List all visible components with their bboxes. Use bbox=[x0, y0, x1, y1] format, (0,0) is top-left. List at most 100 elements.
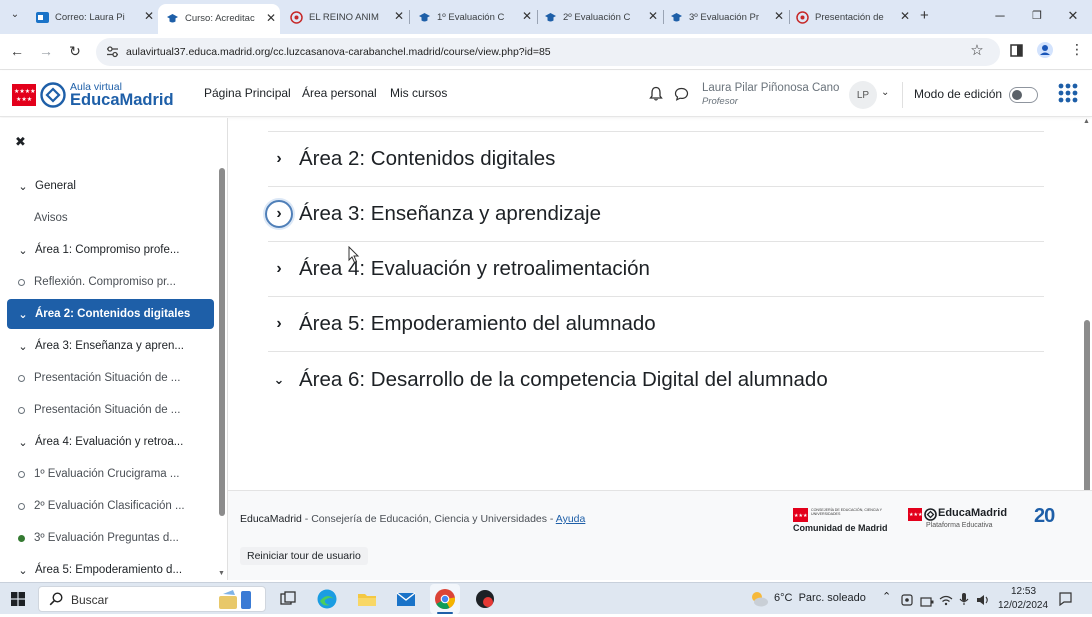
footer-help-link[interactable]: Ayuda bbox=[556, 513, 586, 525]
app-icon[interactable] bbox=[474, 588, 496, 610]
restore-icon[interactable]: ❐ bbox=[1027, 9, 1047, 22]
browser-tab[interactable]: 3º Evaluación Pr ✕ bbox=[670, 6, 788, 28]
section-title[interactable]: Área 2: Contenidos digitales bbox=[299, 147, 555, 171]
chevron-down-icon[interactable]: ⌄ bbox=[265, 366, 293, 394]
course-section[interactable]: › Área 5: Empoderamiento del alumnado bbox=[268, 297, 1044, 352]
meet-now-icon[interactable] bbox=[901, 593, 913, 611]
close-tab-icon[interactable]: ✕ bbox=[144, 9, 154, 23]
chevron-down-icon[interactable]: ⌄ bbox=[15, 308, 31, 321]
course-index-item[interactable]: Avisos bbox=[7, 203, 214, 233]
wifi-icon[interactable] bbox=[939, 593, 953, 611]
edge-app-icon[interactable] bbox=[316, 588, 338, 610]
section-title[interactable]: Área 6: Desarrollo de la competencia Dig… bbox=[299, 368, 828, 392]
close-tab-icon[interactable]: ✕ bbox=[522, 9, 532, 23]
browser-menu-icon[interactable]: ⋮ bbox=[1070, 41, 1084, 58]
side-panel-icon[interactable] bbox=[1010, 44, 1023, 62]
sidebar-scrollbar[interactable] bbox=[219, 168, 225, 516]
course-index-item[interactable]: Presentación Situación de ... bbox=[7, 395, 214, 425]
chevron-right-icon[interactable]: › bbox=[265, 255, 293, 283]
taskbar-search[interactable]: Buscar bbox=[38, 586, 266, 612]
weather-text[interactable]: 6°C Parc. soleado bbox=[774, 592, 866, 604]
course-index-item[interactable]: 2º Evaluación Clasificación ... bbox=[7, 491, 214, 521]
course-index-section[interactable]: ⌄ Área 3: Enseñanza y apren... bbox=[7, 331, 214, 361]
forward-icon[interactable]: → bbox=[37, 43, 55, 59]
close-drawer-icon[interactable]: ✖ bbox=[15, 134, 26, 150]
chevron-down-icon[interactable]: ⌄ bbox=[15, 340, 31, 353]
browser-tab[interactable]: Presentación de ✕ bbox=[796, 6, 914, 28]
close-tab-icon[interactable]: ✕ bbox=[900, 9, 910, 23]
chrome-app-icon[interactable] bbox=[434, 588, 456, 610]
microphone-icon[interactable] bbox=[959, 592, 969, 611]
minimize-icon[interactable]: ─ bbox=[990, 8, 1010, 23]
battery-icon[interactable] bbox=[920, 594, 934, 612]
notifications-icon[interactable] bbox=[1058, 591, 1073, 611]
course-index-section[interactable]: ⌄ Área 1: Compromiso profe... bbox=[7, 235, 214, 265]
mail-app-icon[interactable] bbox=[395, 588, 417, 610]
browser-tab[interactable]: 1º Evaluación C ✕ bbox=[418, 6, 536, 28]
profile-icon[interactable] bbox=[1037, 42, 1053, 63]
course-index-section-general[interactable]: ⌄ General bbox=[7, 171, 214, 201]
clock-time[interactable]: 12:53 bbox=[1011, 586, 1036, 597]
nav-home[interactable]: Página Principal bbox=[204, 86, 291, 100]
close-tab-icon[interactable]: ✕ bbox=[648, 9, 658, 23]
course-index-item[interactable]: Reflexión. Compromiso pr... bbox=[7, 267, 214, 297]
new-tab-icon[interactable]: + bbox=[920, 7, 929, 24]
chevron-down-icon[interactable]: ⌄ bbox=[15, 436, 31, 449]
course-section[interactable]: › Área 2: Contenidos digitales bbox=[268, 132, 1044, 187]
reset-tour-link[interactable]: Reiniciar tour de usuario bbox=[240, 547, 368, 565]
search-placeholder: Buscar bbox=[71, 593, 109, 607]
windows-start-icon[interactable] bbox=[11, 592, 25, 611]
avatar[interactable]: LP bbox=[849, 81, 877, 109]
section-title[interactable]: Área 5: Empoderamiento del alumnado bbox=[299, 312, 656, 336]
tab-search-button[interactable]: ⌄ bbox=[6, 9, 24, 25]
close-tab-icon[interactable]: ✕ bbox=[774, 9, 784, 23]
chevron-down-icon[interactable]: ⌄ bbox=[15, 564, 31, 577]
task-view-icon[interactable] bbox=[280, 591, 296, 612]
chevron-down-icon[interactable]: ⌄ bbox=[15, 180, 31, 193]
chevron-right-icon[interactable]: › bbox=[265, 200, 293, 228]
course-index-section-active[interactable]: ⌄ Área 2: Contenidos digitales bbox=[7, 299, 214, 329]
course-index-item[interactable]: 3º Evaluación Preguntas d... bbox=[7, 523, 214, 553]
clock-date[interactable]: 12/02/2024 bbox=[998, 600, 1048, 611]
course-section[interactable]: › Área 3: Enseñanza y aprendizaje bbox=[265, 187, 1044, 242]
course-section[interactable]: ⌄ Área 6: Desarrollo de la competencia D… bbox=[268, 352, 1044, 407]
scroll-down-arrow-icon[interactable]: ▼ bbox=[218, 570, 225, 577]
section-title[interactable]: Área 3: Enseñanza y aprendizaje bbox=[299, 202, 601, 226]
close-tab-icon[interactable]: ✕ bbox=[394, 9, 404, 23]
course-index-item[interactable]: 1º Evaluación Crucigrama ... bbox=[7, 459, 214, 489]
apps-grid-icon[interactable] bbox=[1058, 83, 1078, 108]
user-menu-chevron-icon[interactable]: ⌄ bbox=[881, 87, 889, 98]
browser-tab[interactable]: 2º Evaluación C ✕ bbox=[544, 6, 662, 28]
notifications-bell-icon[interactable] bbox=[649, 86, 663, 106]
comunidad-madrid-logo[interactable]: ★★★ CONSEJERÍA DE EDUCACIÓN, CIENCIA Y U… bbox=[793, 507, 893, 537]
page-scroll-up-arrow-icon[interactable]: ▲ bbox=[1083, 118, 1090, 125]
nav-my-courses[interactable]: Mis cursos bbox=[390, 86, 447, 100]
course-index-item[interactable]: Presentación Situación de ... bbox=[7, 363, 214, 393]
bookmark-star-icon[interactable]: ☆ bbox=[968, 41, 986, 59]
site-info-icon[interactable] bbox=[106, 45, 119, 63]
messages-icon[interactable] bbox=[674, 87, 689, 106]
svg-text:★★★★: ★★★★ bbox=[14, 88, 36, 95]
chevron-right-icon[interactable]: › bbox=[265, 310, 293, 338]
course-index-section[interactable]: ⌄ Área 4: Evaluación y retroa... bbox=[7, 427, 214, 457]
chevron-down-icon[interactable]: ⌄ bbox=[15, 244, 31, 257]
volume-icon[interactable] bbox=[976, 593, 990, 611]
educamadrid-footer-logo[interactable]: ★★★ EducaMadrid Plataforma Educativa bbox=[908, 507, 1018, 537]
nav-dashboard[interactable]: Área personal bbox=[302, 86, 377, 100]
chevron-up-icon[interactable]: ⌃ bbox=[882, 590, 891, 603]
close-tab-icon[interactable]: ✕ bbox=[266, 11, 276, 25]
edit-mode-toggle[interactable] bbox=[1009, 87, 1038, 103]
browser-tab[interactable]: Correo: Laura Pi ✕ bbox=[36, 6, 158, 28]
educamadrid-logo[interactable]: ★★★★ ★★★ Aula virtual EducaMadrid bbox=[12, 80, 182, 110]
back-icon[interactable]: ← bbox=[8, 43, 26, 59]
weather-icon[interactable] bbox=[748, 588, 770, 615]
browser-tab-active[interactable]: Curso: Acreditac ✕ bbox=[158, 4, 280, 34]
close-window-icon[interactable]: ✕ bbox=[1063, 8, 1083, 24]
course-index-section[interactable]: ⌄ Área 5: Empoderamiento d... bbox=[7, 555, 214, 580]
address-bar[interactable]: aulavirtual37.educa.madrid.org/cc.luzcas… bbox=[96, 38, 1000, 66]
reload-icon[interactable]: ↻ bbox=[66, 43, 84, 60]
chevron-right-icon[interactable]: › bbox=[265, 145, 293, 173]
file-explorer-app-icon[interactable] bbox=[356, 588, 378, 610]
browser-tab[interactable]: EL REINO ANIM ✕ bbox=[290, 6, 408, 28]
course-section[interactable]: › Área 4: Evaluación y retroalimentación bbox=[268, 242, 1044, 297]
